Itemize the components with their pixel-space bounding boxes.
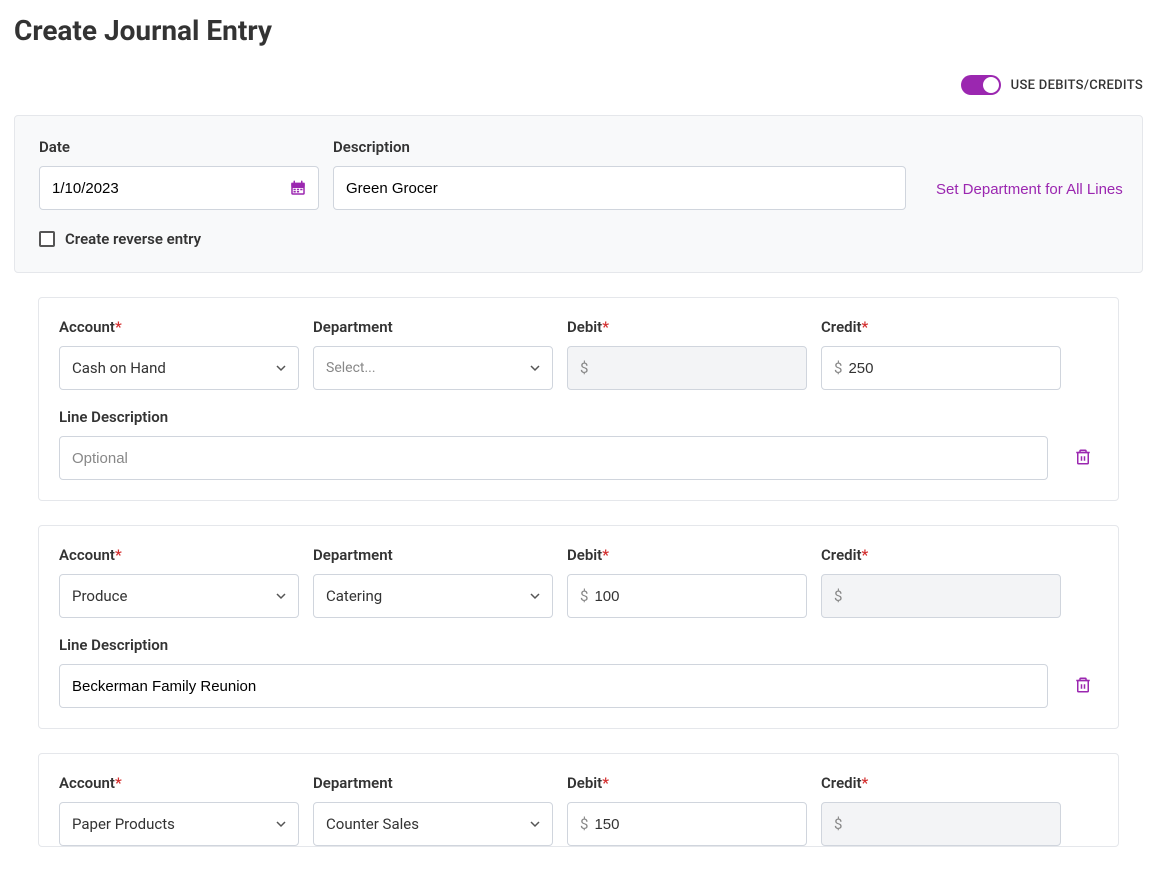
department-label: Department — [313, 546, 553, 564]
description-input-value[interactable] — [346, 180, 893, 197]
journal-line: Account* Paper Products Department Count… — [38, 753, 1119, 847]
date-field: Date — [39, 138, 319, 210]
trash-icon — [1074, 447, 1092, 467]
currency-symbol: $ — [834, 587, 842, 605]
credit-value — [848, 588, 1048, 605]
line-description-value[interactable] — [72, 678, 1035, 695]
account-select[interactable]: Produce — [59, 574, 299, 618]
delete-line-button[interactable] — [1068, 437, 1098, 480]
date-input-value[interactable] — [52, 180, 280, 197]
entry-header-card: Date — [14, 115, 1143, 273]
department-value: Counter Sales — [326, 815, 419, 833]
credit-input: $ — [821, 802, 1061, 846]
description-field: Description — [333, 138, 906, 210]
chevron-down-icon — [276, 819, 286, 829]
currency-symbol: $ — [834, 359, 842, 377]
description-label: Description — [333, 138, 906, 156]
chevron-down-icon — [530, 363, 540, 373]
department-select[interactable]: Select... — [313, 346, 553, 390]
credit-label: Credit* — [821, 318, 1061, 336]
account-select[interactable]: Cash on Hand — [59, 346, 299, 390]
debit-value — [594, 360, 794, 377]
chevron-down-icon — [276, 363, 286, 373]
line-description-value[interactable] — [72, 450, 1035, 467]
currency-symbol: $ — [580, 815, 588, 833]
account-label: Account* — [59, 318, 299, 336]
debit-label: Debit* — [567, 318, 807, 336]
account-value: Paper Products — [72, 815, 175, 833]
trash-icon — [1074, 675, 1092, 695]
debit-label: Debit* — [567, 546, 807, 564]
currency-symbol: $ — [580, 587, 588, 605]
department-value: Catering — [326, 587, 382, 605]
journal-line: Account* Cash on Hand Department Select.… — [38, 297, 1119, 501]
account-value: Cash on Hand — [72, 359, 166, 377]
credit-input[interactable]: $ — [821, 346, 1061, 390]
chevron-down-icon — [530, 591, 540, 601]
credit-label: Credit* — [821, 774, 1061, 792]
credit-value — [848, 816, 1048, 833]
set-department-all-link[interactable]: Set Department for All Lines — [920, 181, 1123, 210]
account-label: Account* — [59, 774, 299, 792]
chevron-down-icon — [530, 819, 540, 829]
account-select[interactable]: Paper Products — [59, 802, 299, 846]
department-select[interactable]: Counter Sales — [313, 802, 553, 846]
credit-input: $ — [821, 574, 1061, 618]
create-reverse-checkbox[interactable] — [39, 231, 55, 247]
credit-label: Credit* — [821, 546, 1061, 564]
debit-input: $ — [567, 346, 807, 390]
line-description-label: Line Description — [59, 408, 1098, 426]
line-description-input[interactable] — [59, 436, 1048, 480]
debit-label: Debit* — [567, 774, 807, 792]
debit-value[interactable] — [594, 816, 794, 833]
line-description-input[interactable] — [59, 664, 1048, 708]
account-value: Produce — [72, 587, 128, 605]
department-label: Department — [313, 774, 553, 792]
use-debits-credits-toggle[interactable] — [961, 75, 1001, 95]
debit-input[interactable]: $ — [567, 574, 807, 618]
journal-line: Account* Produce Department Catering Deb… — [38, 525, 1119, 729]
page-title: Create Journal Entry — [14, 14, 1143, 47]
account-label: Account* — [59, 546, 299, 564]
description-input[interactable] — [333, 166, 906, 210]
debit-input[interactable]: $ — [567, 802, 807, 846]
chevron-down-icon — [276, 591, 286, 601]
credit-value[interactable] — [848, 360, 1048, 377]
currency-symbol: $ — [834, 815, 842, 833]
currency-symbol: $ — [580, 359, 588, 377]
delete-line-button[interactable] — [1068, 665, 1098, 708]
department-select[interactable]: Catering — [313, 574, 553, 618]
department-placeholder: Select... — [326, 360, 376, 376]
create-reverse-label: Create reverse entry — [65, 230, 201, 248]
calendar-icon[interactable] — [289, 179, 307, 197]
debit-value[interactable] — [594, 588, 794, 605]
department-label: Department — [313, 318, 553, 336]
use-debits-credits-label: USE DEBITS/CREDITS — [1011, 78, 1143, 93]
date-label: Date — [39, 138, 319, 156]
date-input[interactable] — [39, 166, 319, 210]
line-description-label: Line Description — [59, 636, 1098, 654]
